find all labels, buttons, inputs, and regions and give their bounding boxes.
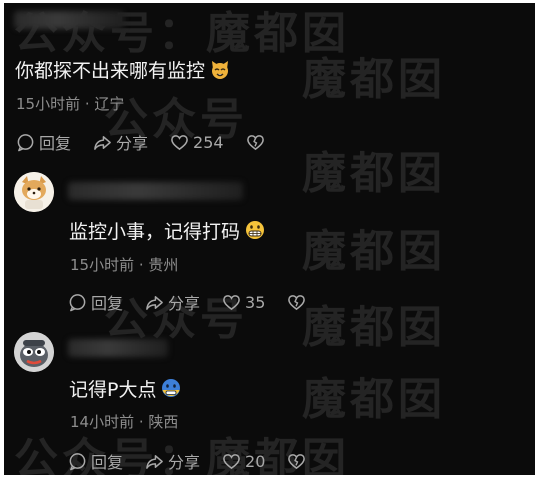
- reply-button[interactable]: 回复: [16, 130, 71, 154]
- dislike-button[interactable]: [287, 293, 310, 312]
- share-icon: [94, 135, 111, 150]
- username-blurred[interactable]: [14, 11, 124, 29]
- broken-heart-icon: [246, 134, 264, 150]
- comment-meta: 15小时前 · 辽宁: [16, 95, 125, 113]
- reply-label: 回复: [39, 134, 72, 153]
- reply-label: 回复: [91, 453, 124, 472]
- reply-label: 回复: [91, 294, 124, 313]
- comment-panel: 公众号：魔都囡 魔都囡 公众号 魔都囡 魔都囡 公众号 魔都囡 魔都囡 公众号：…: [4, 3, 535, 475]
- reply-icon: [17, 133, 34, 151]
- comment-actions: 回复 分享 35: [68, 290, 332, 314]
- avatar[interactable]: [14, 332, 54, 372]
- like-count: 20: [245, 451, 266, 471]
- comment-text: 你都探不出来哪有监控: [15, 56, 231, 85]
- like-button[interactable]: 254: [170, 133, 224, 152]
- watermark: 魔都囡: [302, 148, 446, 199]
- share-icon: [146, 295, 163, 310]
- comment-text: 监控小事，记得打码: [69, 217, 266, 246]
- like-count: 254: [193, 132, 224, 152]
- like-count: 35: [245, 292, 266, 312]
- username-blurred[interactable]: [68, 339, 168, 357]
- share-label: 分享: [116, 134, 149, 153]
- like-button[interactable]: 20: [222, 452, 265, 471]
- cold-face-icon: [160, 377, 182, 404]
- watermark: 魔都囡: [302, 54, 446, 105]
- username-blurred[interactable]: [68, 182, 243, 200]
- share-label: 分享: [168, 453, 201, 472]
- comment-meta: 15小时前 · 贵州: [70, 256, 179, 274]
- dislike-button[interactable]: [287, 452, 310, 471]
- share-icon: [146, 454, 163, 469]
- share-button[interactable]: 分享: [145, 290, 200, 314]
- shiba-avatar-icon: [14, 172, 54, 212]
- share-label: 分享: [168, 294, 201, 313]
- avatar[interactable]: [14, 172, 54, 212]
- heart-icon: [223, 453, 240, 469]
- cartoon-avatar-icon: [14, 332, 54, 372]
- broken-heart-icon: [288, 453, 306, 469]
- broken-heart-icon: [288, 294, 306, 310]
- heart-icon: [171, 134, 188, 150]
- reply-button[interactable]: 回复: [68, 290, 123, 314]
- share-button[interactable]: 分享: [93, 130, 148, 154]
- share-button[interactable]: 分享: [145, 449, 200, 473]
- dislike-button[interactable]: [246, 133, 269, 152]
- like-button[interactable]: 35: [222, 293, 265, 312]
- reply-icon: [69, 293, 86, 311]
- grimacing-face-icon: [244, 219, 266, 246]
- heart-icon: [223, 294, 240, 310]
- comment-actions: 回复 分享 254: [16, 130, 291, 154]
- cat-face-icon: [209, 58, 231, 85]
- reply-button[interactable]: 回复: [68, 449, 123, 473]
- watermark: 魔都囡: [302, 226, 446, 277]
- reply-icon: [69, 452, 86, 470]
- comment-meta: 14小时前 · 陕西: [70, 413, 179, 431]
- comment-text: 记得P大点: [69, 375, 182, 404]
- watermark: 魔都囡: [302, 374, 446, 425]
- comment-actions: 回复 分享 20: [68, 449, 332, 473]
